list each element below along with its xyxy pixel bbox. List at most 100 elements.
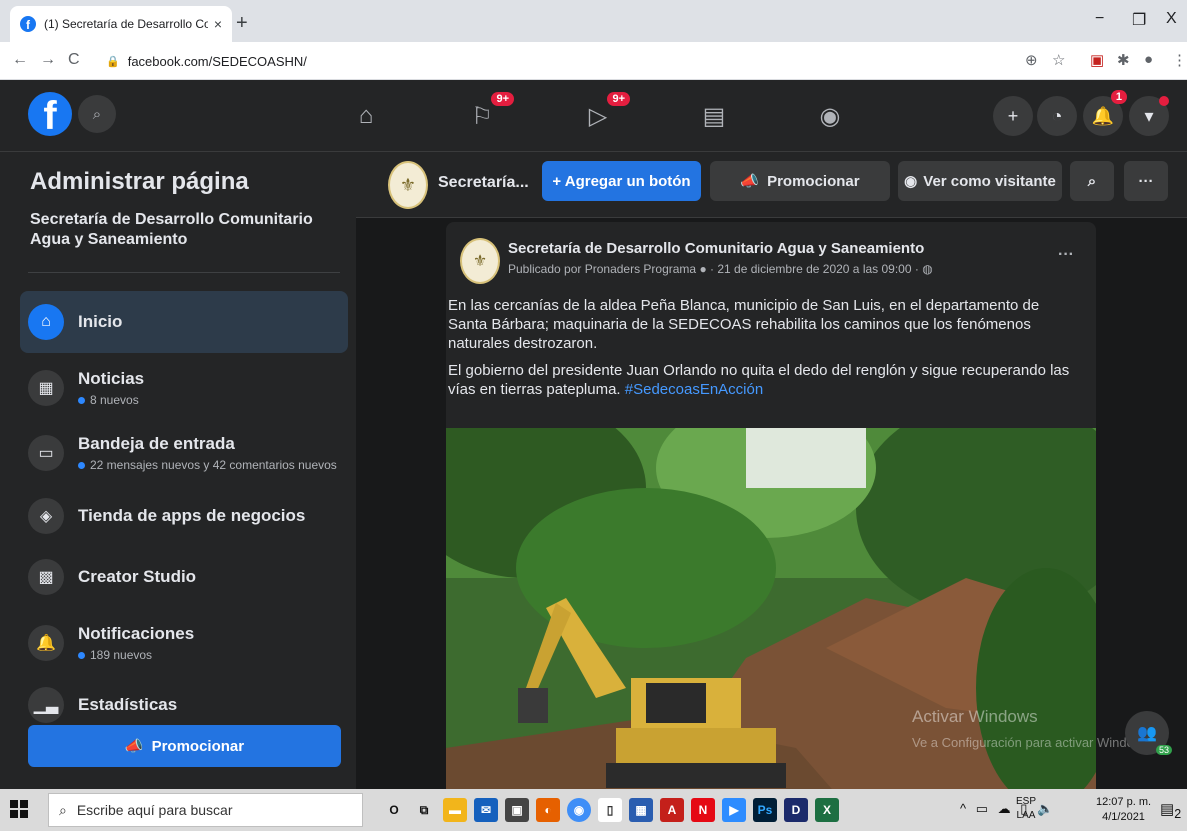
home-icon: ⌂	[28, 304, 64, 340]
sidebar-item-noticias[interactable]: ▦ Noticias 8 nuevos	[20, 357, 348, 419]
minimize-button[interactable]: −	[1095, 10, 1104, 28]
reload-icon[interactable]: C	[68, 51, 80, 69]
bell-icon[interactable]: 🔔 1	[1083, 90, 1127, 136]
browser-tab[interactable]: f (1) Secretaría de Desarrollo Comu ×	[10, 6, 232, 42]
post-meta: Publicado por Pronaders Programa ● · 21 …	[508, 262, 933, 276]
acrobat-icon[interactable]: A	[660, 798, 684, 822]
clapper-icon: ▩	[28, 559, 64, 595]
contacts-chat-button[interactable]: 👥 53	[1125, 711, 1172, 755]
page-feed: ⚜ Secretaría de Desarrollo Comunitario A…	[356, 218, 1187, 789]
extension-icon[interactable]: ▣	[1090, 51, 1104, 69]
inbox-icon: ▭	[28, 435, 64, 471]
post-more-button[interactable]: ···	[1058, 246, 1074, 264]
post-author[interactable]: Secretaría de Desarrollo Comunitario Agu…	[508, 240, 924, 257]
view-as-visitor-button[interactable]: ◉ Ver como visitante	[898, 161, 1062, 201]
sidebar-divider	[28, 272, 340, 273]
back-arrow-icon[interactable]: ←	[12, 51, 28, 69]
sidebar-title: Administrar página	[30, 168, 249, 195]
page-name[interactable]: Secretaría...	[438, 174, 529, 192]
language-indicator[interactable]: ESP LAA	[1016, 795, 1036, 823]
sidebar-item-label: Bandeja de entrada	[78, 434, 235, 453]
globe-icon: ◍	[922, 262, 933, 276]
lock-icon: 🔒	[106, 55, 120, 68]
bell-icon: 🔔	[28, 625, 64, 661]
chat-count-badge: 53	[1155, 745, 1172, 755]
groups-icon[interactable]: ◉	[812, 98, 848, 134]
sidebar-item-sub: 189 nuevos	[78, 648, 194, 662]
sidebar-item-label: Inicio	[78, 312, 123, 331]
taskbar-clock[interactable]: 12:07 p. m. 4/1/2021	[1096, 795, 1151, 825]
marketplace-icon[interactable]: ▤	[696, 98, 732, 134]
profile-icon[interactable]: ●	[1144, 51, 1153, 68]
search-icon: ⌕	[59, 801, 67, 818]
puzzle-icon[interactable]: ✱	[1117, 51, 1130, 69]
facebook-favicon-icon: f	[20, 16, 36, 32]
messenger-icon[interactable]: ◔	[1037, 96, 1077, 136]
file-explorer-icon[interactable]: ▬	[443, 798, 467, 822]
sidebar-item-sub: 22 mensajes nuevos y 42 comentarios nuev…	[78, 458, 337, 472]
video-icon[interactable]: ▷ 9+	[580, 92, 630, 134]
excel-icon[interactable]: X	[815, 798, 839, 822]
sidebar-item-label: Notificaciones	[78, 624, 195, 643]
sidebar-item-bandeja[interactable]: ▭ Bandeja de entrada 22 mensajes nuevos …	[20, 422, 348, 484]
address-bar-row: ← → C 🔒 facebook.com/SEDECOASHN/ ⊕ ☆ ▣ ✱…	[0, 42, 1187, 80]
search-icon[interactable]: ⌕	[78, 95, 116, 133]
disney-icon[interactable]: D	[784, 798, 808, 822]
hashtag-link[interactable]: #SedecoasEnAcción	[625, 381, 763, 398]
account-menu-icon[interactable]: ▾	[1129, 96, 1169, 136]
url-input[interactable]: 🔒 facebook.com/SEDECOASHN/	[106, 47, 1166, 75]
maximize-button[interactable]: ❐	[1132, 10, 1146, 30]
chrome-icon[interactable]: ◉	[567, 798, 591, 822]
mail-icon[interactable]: ✉	[474, 798, 498, 822]
task-view-icon[interactable]: ⧉	[412, 798, 436, 822]
zoom-icon[interactable]: ▶	[722, 798, 746, 822]
page-avatar[interactable]: ⚜	[388, 161, 428, 209]
megaphone-icon: 📣	[124, 738, 144, 755]
new-dot	[78, 461, 85, 469]
sidebar-item-notificaciones[interactable]: 🔔 Notificaciones 189 nuevos	[20, 612, 348, 674]
activate-windows-hint: Ve a Configuración para activar Windows.	[912, 735, 1154, 750]
promote-button[interactable]: 📣 Promocionar	[710, 161, 890, 201]
control-panel-icon[interactable]: ▦	[629, 798, 653, 822]
notepad-icon[interactable]: ▯	[598, 798, 622, 822]
photoshop-icon[interactable]: Ps	[753, 798, 777, 822]
post-avatar[interactable]: ⚜	[460, 238, 500, 284]
sidebar-item-sub: 8 nuevos	[78, 393, 144, 407]
sidebar-item-inicio[interactable]: ⌂ Inicio	[20, 291, 348, 353]
add-button-button[interactable]: + Agregar un botón	[542, 161, 701, 201]
forward-arrow-icon[interactable]: →	[40, 51, 56, 69]
store-icon[interactable]: ▣	[505, 798, 529, 822]
post-paragraph: En las cercanías de la aldea Peña Blanca…	[448, 297, 1040, 352]
close-window-button[interactable]: X	[1166, 10, 1177, 28]
netflix-icon[interactable]: N	[691, 798, 715, 822]
bookmark-star-icon[interactable]: ☆	[1052, 51, 1065, 69]
browser-menu-icon[interactable]: ⋮	[1172, 51, 1187, 69]
windows-taskbar: ⌕ Escribe aquí para buscar O ⧉ ▬ ✉ ▣ ◐ ◉…	[0, 789, 1187, 831]
sidebar-item-creator-studio[interactable]: ▩ Creator Studio	[20, 546, 348, 608]
app-store-icon: ◈	[28, 498, 64, 534]
tab-title: (1) Secretaría de Desarrollo Comu	[44, 17, 208, 31]
page-more-button[interactable]: ···	[1124, 161, 1168, 201]
sidebar-page-name[interactable]: Secretaría de Desarrollo Comunitario Agu…	[30, 210, 330, 250]
action-center-icon[interactable]: ▤2	[1160, 800, 1181, 821]
sidebar-promote-button[interactable]: 📣 Promocionar	[28, 725, 341, 767]
system-tray-icons[interactable]: ^ ▭ ☁ ▯ 🔈	[960, 801, 1056, 817]
tab-close-button[interactable]: ×	[214, 16, 222, 32]
plus-icon[interactable]: +	[993, 96, 1033, 136]
zoom-icon[interactable]: ⊕	[1025, 51, 1038, 69]
flag-icon[interactable]: ⚐ 9+	[464, 92, 514, 134]
post-paragraph: El gobierno del presidente Juan Orlando …	[448, 362, 1070, 398]
new-tab-button[interactable]: +	[236, 12, 248, 35]
facebook-top-nav: f ⌕ ⌂ ⚐ 9+ ▷ 9+ ▤ ◉ + ◔ 🔔 1 ▾	[0, 80, 1187, 152]
taskbar-search-input[interactable]: ⌕ Escribe aquí para buscar	[48, 793, 363, 827]
facebook-logo[interactable]: f	[28, 92, 72, 136]
page-search-icon[interactable]: ⌕	[1070, 161, 1114, 201]
cortana-icon[interactable]: O	[382, 798, 406, 822]
feed-post: ⚜ Secretaría de Desarrollo Comunitario A…	[446, 222, 1096, 789]
sidebar-item-tienda[interactable]: ◈ Tienda de apps de negocios	[20, 485, 348, 547]
firefox-icon[interactable]: ◐	[536, 798, 560, 822]
post-body: En las cercanías de la aldea Peña Blanca…	[448, 296, 1078, 407]
megaphone-icon: 📣	[740, 173, 760, 190]
windows-start-icon[interactable]	[10, 800, 28, 818]
home-icon[interactable]: ⌂	[348, 98, 384, 134]
